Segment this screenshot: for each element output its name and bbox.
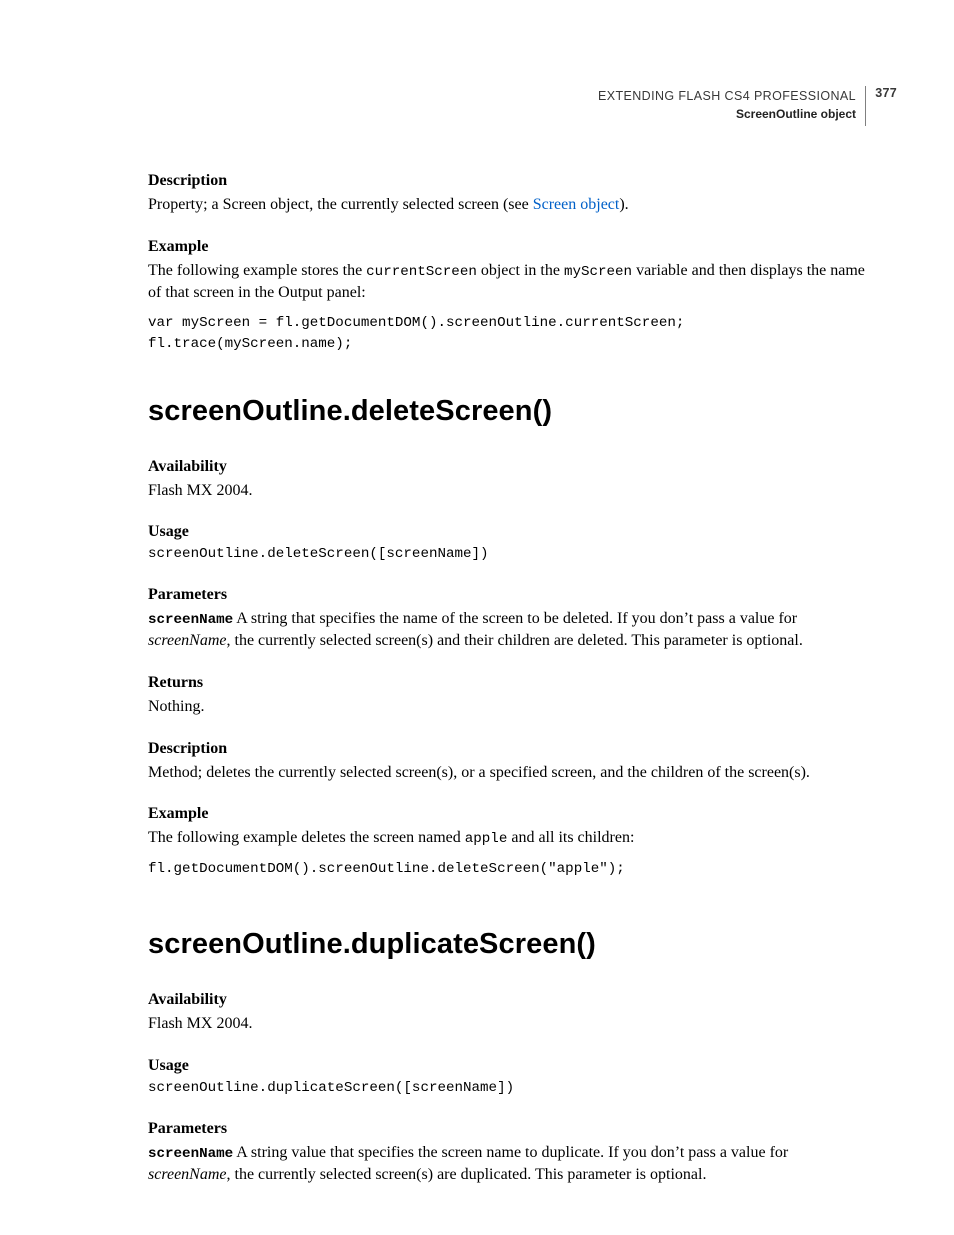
page-container: EXTENDING FLASH CS4 PROFESSIONAL 377 Scr… xyxy=(148,86,866,1208)
description-heading-2: Description xyxy=(148,740,866,758)
parameter-text: screenName A string that specifies the n… xyxy=(148,608,866,652)
param-name-screenname: screenName xyxy=(148,612,233,628)
usage-code: screenOutline.deleteScreen([screenName]) xyxy=(148,545,866,564)
parameter-text-2: screenName A string value that specifies… xyxy=(148,1142,866,1186)
availability-text-2: Flash MX 2004. xyxy=(148,1013,866,1035)
param-text-2b: , the currently selected screen(s) are d… xyxy=(227,1166,707,1183)
example-text-2: The following example deletes the screen… xyxy=(148,827,866,849)
param-text-a: A string that specifies the name of the … xyxy=(233,610,797,627)
availability-heading-2: Availability xyxy=(148,991,866,1009)
screen-object-link[interactable]: Screen object xyxy=(533,196,620,213)
example-text-2b: and all its children: xyxy=(507,829,634,846)
example-heading-2: Example xyxy=(148,805,866,823)
param-name-screenname-2: screenName xyxy=(148,1146,233,1162)
example-text-b: object in the xyxy=(477,262,564,279)
param-text-b: , the currently selected screen(s) and t… xyxy=(227,632,803,649)
description-text-b: ). xyxy=(619,196,628,213)
code-apple: apple xyxy=(465,831,508,847)
availability-heading: Availability xyxy=(148,458,866,476)
availability-text: Flash MX 2004. xyxy=(148,480,866,502)
example-code-block: var myScreen = fl.getDocumentDOM().scree… xyxy=(148,313,866,354)
page-number: 377 xyxy=(875,86,897,102)
parameters-heading-2: Parameters xyxy=(148,1120,866,1138)
param-text-2a: A string value that specifies the screen… xyxy=(233,1144,788,1161)
param-italic-screenname: screenName xyxy=(148,632,227,649)
description-text-a: Property; a Screen object, the currently… xyxy=(148,196,533,213)
api-heading-deletescreen: screenOutline.deleteScreen() xyxy=(148,395,866,428)
running-header: EXTENDING FLASH CS4 PROFESSIONAL 377 Scr… xyxy=(148,86,866,126)
example-text-2a: The following example deletes the screen… xyxy=(148,829,465,846)
doc-title: EXTENDING FLASH CS4 PROFESSIONAL xyxy=(598,89,856,103)
example-text-a: The following example stores the xyxy=(148,262,366,279)
returns-heading: Returns xyxy=(148,674,866,692)
description-heading: Description xyxy=(148,172,866,190)
section-title: ScreenOutline object xyxy=(148,107,856,122)
example-text: The following example stores the current… xyxy=(148,260,866,304)
example-code-block-2: fl.getDocumentDOM().screenOutline.delete… xyxy=(148,859,866,880)
returns-text: Nothing. xyxy=(148,696,866,718)
usage-heading-2: Usage xyxy=(148,1057,866,1075)
usage-code-2: screenOutline.duplicateScreen([screenNam… xyxy=(148,1079,866,1098)
code-currentscreen: currentScreen xyxy=(366,264,477,280)
api-heading-duplicatescreen: screenOutline.duplicateScreen() xyxy=(148,928,866,961)
example-heading: Example xyxy=(148,238,866,256)
description-text-2: Method; deletes the currently selected s… xyxy=(148,762,866,784)
code-myscreen: myScreen xyxy=(564,264,632,280)
content-area: Description Property; a Screen object, t… xyxy=(148,172,866,1186)
description-text: Property; a Screen object, the currently… xyxy=(148,194,866,216)
param-italic-screenname-2: screenName xyxy=(148,1166,227,1183)
usage-heading: Usage xyxy=(148,523,866,541)
parameters-heading: Parameters xyxy=(148,586,866,604)
